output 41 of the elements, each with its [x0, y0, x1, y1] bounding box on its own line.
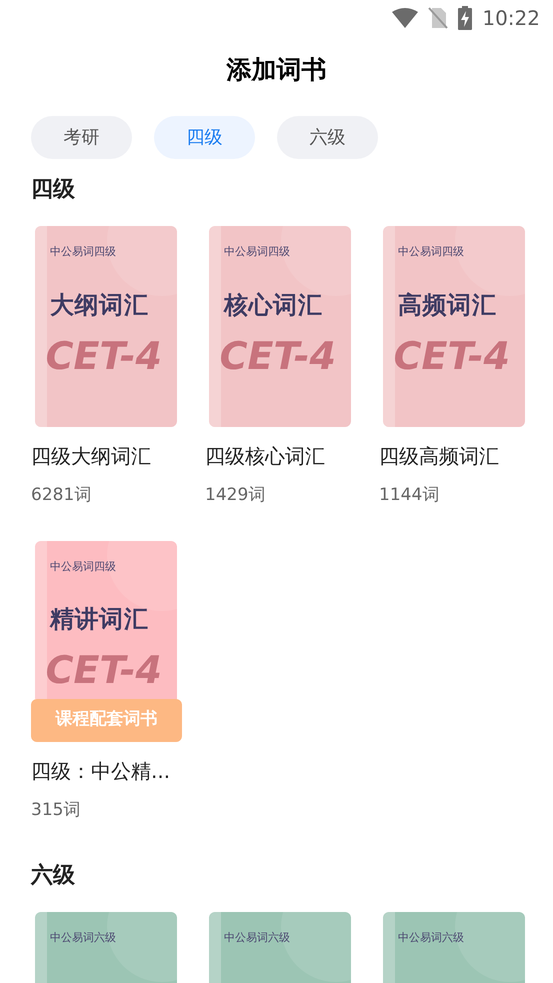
cover-series: 中公易词六级	[50, 930, 117, 946]
cover-series: 中公易词四级	[224, 244, 291, 260]
cover-mark: CET-4	[220, 336, 336, 374]
cover-mark: CET-4	[46, 336, 162, 374]
category-tab[interactable]: 考研	[31, 116, 132, 159]
cover-title: 核心词汇	[224, 290, 324, 320]
cover-series: 中公易词六级	[398, 930, 465, 946]
cover-title: 精讲词汇	[50, 604, 150, 635]
book-cover[interactable]: 中公易词四级 精讲词汇 CET-4	[35, 540, 177, 698]
book-name: 四级大纲词汇	[31, 443, 152, 470]
book-cover[interactable]: 中公易词六级	[383, 912, 525, 983]
cover-mark: CET-4	[394, 336, 510, 374]
word-count: 315词	[31, 798, 82, 822]
book-cover[interactable]: 中公易词四级 大纲词汇 CET-4	[35, 226, 177, 427]
book-cover[interactable]: 中公易词四级 核心词汇 CET-4	[209, 226, 351, 427]
cover-series: 中公易词四级	[50, 558, 117, 574]
cover-title: 大纲词汇	[50, 290, 150, 320]
cover-series: 中公易词四级	[398, 244, 465, 260]
battery-charging-icon	[458, 6, 472, 30]
word-count: 1144词	[379, 484, 440, 507]
book-cover[interactable]: 中公易词四级 高频词汇 CET-4	[383, 226, 525, 427]
book-name: 四级核心词汇	[205, 443, 326, 470]
cover-series: 中公易词四级	[50, 244, 117, 260]
cover-title: 高频词汇	[398, 290, 498, 320]
word-count: 6281词	[31, 484, 92, 507]
section-heading: 四级	[31, 176, 76, 204]
category-tab[interactable]: 四级	[154, 116, 255, 159]
no-sim-icon	[428, 7, 448, 29]
status-time: 10:22	[482, 5, 540, 32]
page-title: 添加词书	[226, 54, 326, 86]
category-tab[interactable]: 六级	[277, 116, 378, 159]
wifi-icon	[392, 8, 418, 28]
section-heading: 六级	[31, 862, 76, 890]
book-name: 四级高频词汇	[379, 443, 500, 470]
course-badge: 课程配套词书	[31, 698, 182, 742]
book-cover[interactable]: 中公易词六级	[35, 912, 177, 983]
book-cover[interactable]: 中公易词六级	[209, 912, 351, 983]
word-count: 1429词	[205, 484, 266, 507]
cover-series: 中公易词六级	[224, 930, 291, 946]
book-name: 四级：中公精...	[31, 758, 172, 784]
cover-mark: CET-4	[46, 651, 162, 689]
